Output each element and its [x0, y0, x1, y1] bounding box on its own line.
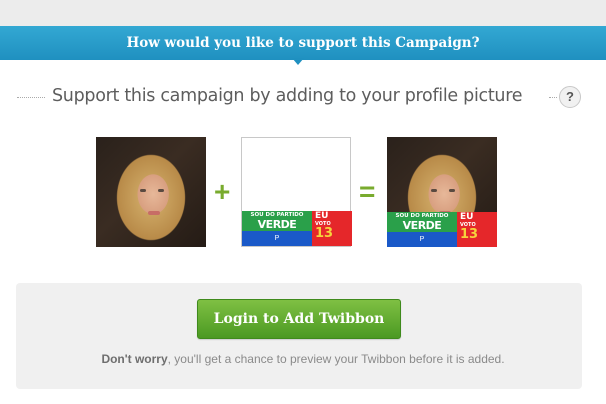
- note-text: , you'll get a chance to preview your Tw…: [167, 352, 505, 366]
- photo-eye-left: [140, 189, 146, 192]
- dotted-rule-left: [17, 97, 45, 98]
- preview-eye-right: [449, 189, 455, 192]
- preview-party-logo-icon: P: [419, 236, 425, 243]
- preview-note: Don't worry, you'll get a chance to prev…: [0, 352, 606, 366]
- preview-green-band: SOU DO PARTIDO VERDE: [387, 212, 457, 232]
- preview-eu: EU: [460, 212, 474, 222]
- profile-photo: [96, 137, 206, 247]
- help-icon[interactable]: ?: [559, 86, 581, 108]
- equals-sign: =: [359, 176, 376, 207]
- preview-party-big: VERDE: [402, 219, 442, 232]
- preview-blue-band: P: [387, 232, 457, 247]
- login-button[interactable]: Login to Add Twibbon: [197, 299, 401, 339]
- ribbon-number: 13: [315, 226, 334, 241]
- campaign-banner: How would you like to support this Campa…: [0, 26, 606, 60]
- plus-sign: +: [214, 176, 231, 207]
- section-subtitle: Support this campaign by adding to your …: [52, 86, 523, 106]
- top-strip: [0, 0, 606, 26]
- ribbon-green-band: SOU DO PARTIDO VERDE: [242, 211, 312, 231]
- twibbon-ribbon: SOU DO PARTIDO VERDE P EU VOTO 13: [242, 211, 352, 246]
- banner-pointer: [292, 58, 304, 65]
- preview-eye-left: [431, 189, 437, 192]
- preview-number: 13: [460, 227, 479, 242]
- party-logo-icon: P: [274, 235, 280, 242]
- photo-eye-right: [158, 189, 164, 192]
- result-preview: SOU DO PARTIDO VERDE P EU VOTO 13: [387, 137, 497, 247]
- preview-red-band: EU VOTO 13: [457, 212, 497, 247]
- note-emphasis: Don't worry: [101, 352, 168, 366]
- ribbon-eu: EU: [315, 211, 329, 221]
- ribbon-blue-band: P: [242, 231, 312, 246]
- section-header: Support this campaign by adding to your …: [0, 86, 606, 108]
- banner-title: How would you like to support this Campa…: [126, 35, 480, 51]
- ribbon-party-big: VERDE: [257, 218, 297, 231]
- twibbon-frame: SOU DO PARTIDO VERDE P EU VOTO 13: [241, 137, 352, 247]
- ribbon-red-band: EU VOTO 13: [312, 211, 352, 246]
- preview-ribbon: SOU DO PARTIDO VERDE P EU VOTO 13: [387, 212, 497, 247]
- photo-lips: [148, 211, 160, 215]
- dotted-rule-right: [549, 97, 557, 98]
